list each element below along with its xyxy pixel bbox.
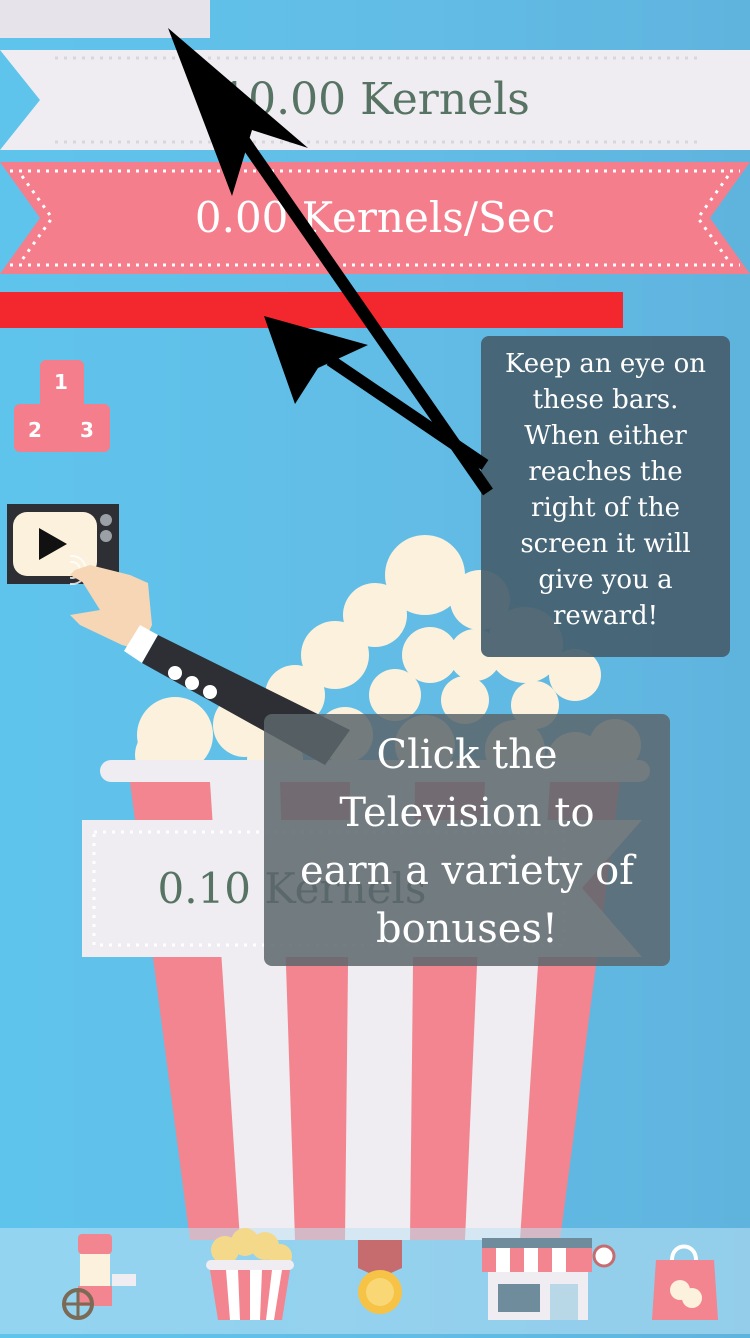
podium-first: 1: [54, 370, 68, 394]
total-kernels-label: 10.00 Kernels: [220, 74, 530, 125]
bottom-navigation: [0, 1228, 750, 1334]
kernel-progress-bar: [0, 0, 210, 38]
television-tooltip: Click the Television to earn a variety o…: [264, 714, 670, 966]
podium-third: 3: [80, 418, 94, 442]
nav-shop-button[interactable]: [478, 1228, 618, 1334]
shop-icon: [482, 1238, 616, 1320]
leaderboard-button[interactable]: 1 2 3: [14, 360, 110, 454]
nav-store-button[interactable]: [650, 1228, 720, 1334]
kernels-per-sec-label: 0.00 Kernels/Sec: [194, 193, 556, 242]
medal-icon: [358, 1240, 402, 1314]
kernels-per-sec-ribbon: 0.00 Kernels/Sec: [0, 162, 750, 274]
arrow-to-reward-bar: [264, 316, 489, 470]
reward-progress-bar: [0, 292, 623, 328]
shopping-bag-icon: [652, 1244, 718, 1320]
popcorn-bucket-icon: [206, 1228, 294, 1320]
popcorn-cart-icon: [62, 1234, 136, 1320]
nav-cart-button[interactable]: [58, 1228, 143, 1334]
total-kernels-ribbon: 10.00 Kernels: [0, 50, 750, 150]
nav-popcorn-button[interactable]: [200, 1228, 300, 1334]
bars-tooltip-text: Keep an eye on these bars. When either r…: [504, 349, 707, 631]
podium-second: 2: [28, 418, 42, 442]
nav-achievements-button[interactable]: [350, 1228, 410, 1334]
television-tooltip-text: Click the Television to earn a variety o…: [300, 732, 634, 952]
bars-tooltip: Keep an eye on these bars. When either r…: [481, 336, 730, 657]
